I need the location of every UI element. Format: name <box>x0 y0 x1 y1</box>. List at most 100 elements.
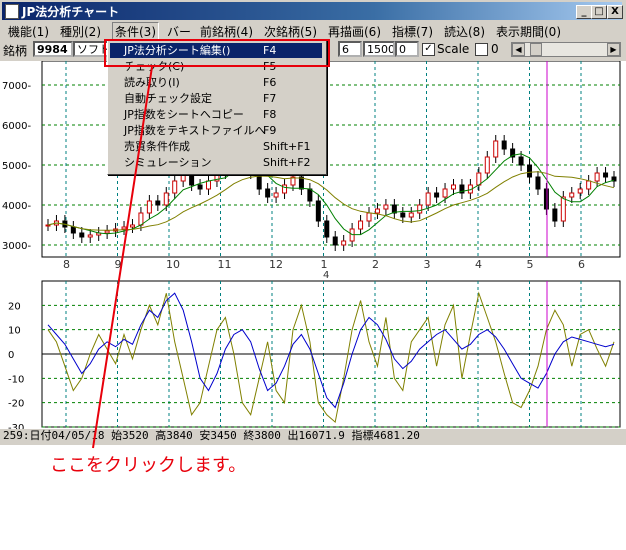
menu-item-simulation[interactable]: シミュレーション Shift+F2 <box>110 155 322 170</box>
candle <box>121 226 127 230</box>
candle <box>535 176 541 190</box>
menu-item-copy-to-sheet[interactable]: JP指数をシートへコピー F8 <box>110 107 322 122</box>
minimize-button[interactable]: _ <box>576 5 592 19</box>
y-tick-label: -10 <box>8 374 24 385</box>
menu-item-label: 自動チェック設定 <box>124 92 212 105</box>
candle <box>383 204 389 210</box>
candle <box>400 212 406 218</box>
scroll-thumb[interactable] <box>530 43 542 56</box>
candle <box>417 204 423 214</box>
y-tick-label: 0 <box>8 350 14 361</box>
candle <box>206 180 212 190</box>
candle <box>527 164 533 178</box>
menu-item-label: JP指数をテキストファイルへ <box>124 124 266 137</box>
menu-type[interactable]: 種別(2) <box>60 23 101 40</box>
x-tick-label: 9 <box>115 258 122 271</box>
candle <box>104 230 110 234</box>
menu-item-shortcut: F8 <box>263 108 277 121</box>
menu-bar: 機能(1) 種別(2) 条件(3) バー 前銘柄(4) 次銘柄(5) 再描画(6… <box>2 21 622 41</box>
candle <box>552 208 558 222</box>
menu-item-label: JP指数をシートへコピー <box>124 108 244 121</box>
menu-redraw[interactable]: 再描画(6) <box>328 23 381 40</box>
candle <box>594 172 600 182</box>
candle <box>332 236 338 246</box>
zero-label: 0 <box>491 42 499 56</box>
title-bar: JP法分析チャート _ □ X <box>2 2 623 20</box>
menu-item-read[interactable]: 読み取り(I) F6 <box>110 75 322 90</box>
candle <box>298 176 304 190</box>
app-icon <box>5 4 19 19</box>
menu-item-shortcut: F9 <box>263 124 277 137</box>
x-tick-label: 12 <box>269 258 283 271</box>
y-tick-label: 3000- <box>2 241 31 252</box>
candle <box>163 192 169 206</box>
annotation-text: ここをクリックします。 <box>50 455 247 476</box>
period-scrollbar[interactable]: ◀ ▶ <box>511 42 621 57</box>
candle <box>374 208 380 214</box>
x-tick-label: 5 <box>527 258 534 271</box>
candle <box>484 156 490 174</box>
candle <box>265 188 271 198</box>
candle <box>146 200 152 214</box>
candle <box>434 192 440 198</box>
value1-field[interactable]: 1500 <box>363 41 395 57</box>
candle <box>577 188 583 194</box>
x-tick-label: 2 <box>372 258 379 271</box>
y-tick-label: 5000- <box>2 161 31 172</box>
x-tick-label: 8 <box>63 258 70 271</box>
menu-item-shortcut: Shift+F1 <box>263 140 311 153</box>
menu-item-trade-conditions[interactable]: 売買条件作成 Shift+F1 <box>110 139 322 154</box>
candle <box>408 212 414 218</box>
y-tick-label: 7000- <box>2 81 31 92</box>
candle <box>172 180 178 194</box>
zero-checkbox[interactable] <box>475 43 488 56</box>
candle <box>543 188 549 210</box>
value2-field[interactable]: 0 <box>395 41 419 57</box>
scale-label: Scale <box>437 42 470 56</box>
stock-code-field[interactable]: 9984 <box>33 41 73 57</box>
candle <box>138 212 144 226</box>
candle <box>586 180 592 190</box>
menu-indicator[interactable]: 指標(7) <box>392 23 433 40</box>
candle <box>493 140 499 158</box>
menu-prev-stock[interactable]: 前銘柄(4) <box>200 23 253 40</box>
candle <box>307 188 313 202</box>
menu-load[interactable]: 読込(8) <box>444 23 485 40</box>
menu-function[interactable]: 機能(1) <box>8 23 49 40</box>
candle <box>560 196 566 222</box>
candle <box>324 220 330 238</box>
status-bar: 259:日付04/05/18 始3520 高3840 安3450 終3800 出… <box>0 429 626 445</box>
candle <box>450 184 456 190</box>
menu-bar-item[interactable]: バー <box>167 23 191 40</box>
candle <box>70 226 76 234</box>
y-tick-label: 20 <box>8 301 21 312</box>
scroll-left-icon[interactable]: ◀ <box>512 43 525 56</box>
scroll-right-icon[interactable]: ▶ <box>607 43 620 56</box>
candle <box>79 232 85 238</box>
x-tick-label: 10 <box>166 258 180 271</box>
scale-checkbox[interactable]: ✓ <box>422 43 435 56</box>
x-tick-label: 3 <box>424 258 431 271</box>
menu-next-stock[interactable]: 次銘柄(5) <box>264 23 317 40</box>
candle <box>341 240 347 246</box>
menu-display-period[interactable]: 表示期間(0) <box>496 23 561 40</box>
close-button[interactable]: X <box>607 5 623 19</box>
menu-item-shortcut: F7 <box>263 92 277 105</box>
candle <box>476 172 482 186</box>
y-tick-label: 4000- <box>2 201 31 212</box>
maximize-button[interactable]: □ <box>591 5 607 19</box>
candle <box>425 192 431 206</box>
menu-item-auto-check[interactable]: 自動チェック設定 F7 <box>110 91 322 106</box>
x-tick-label: 11 <box>218 258 232 271</box>
candle <box>155 200 161 206</box>
period-field[interactable]: 6 <box>338 41 362 57</box>
stock-label: 銘柄 <box>3 44 28 58</box>
menu-item-shortcut: Shift+F2 <box>263 156 311 169</box>
menu-item-shortcut: F6 <box>263 76 277 89</box>
menu-item-export-text[interactable]: JP指数をテキストファイルへ F9 <box>110 123 322 138</box>
y-tick-label: 6000- <box>2 121 31 132</box>
y-tick-label: -20 <box>8 399 24 410</box>
menu-item-label: 読み取り(I) <box>124 76 180 89</box>
candle <box>569 192 575 198</box>
candle <box>129 224 135 228</box>
